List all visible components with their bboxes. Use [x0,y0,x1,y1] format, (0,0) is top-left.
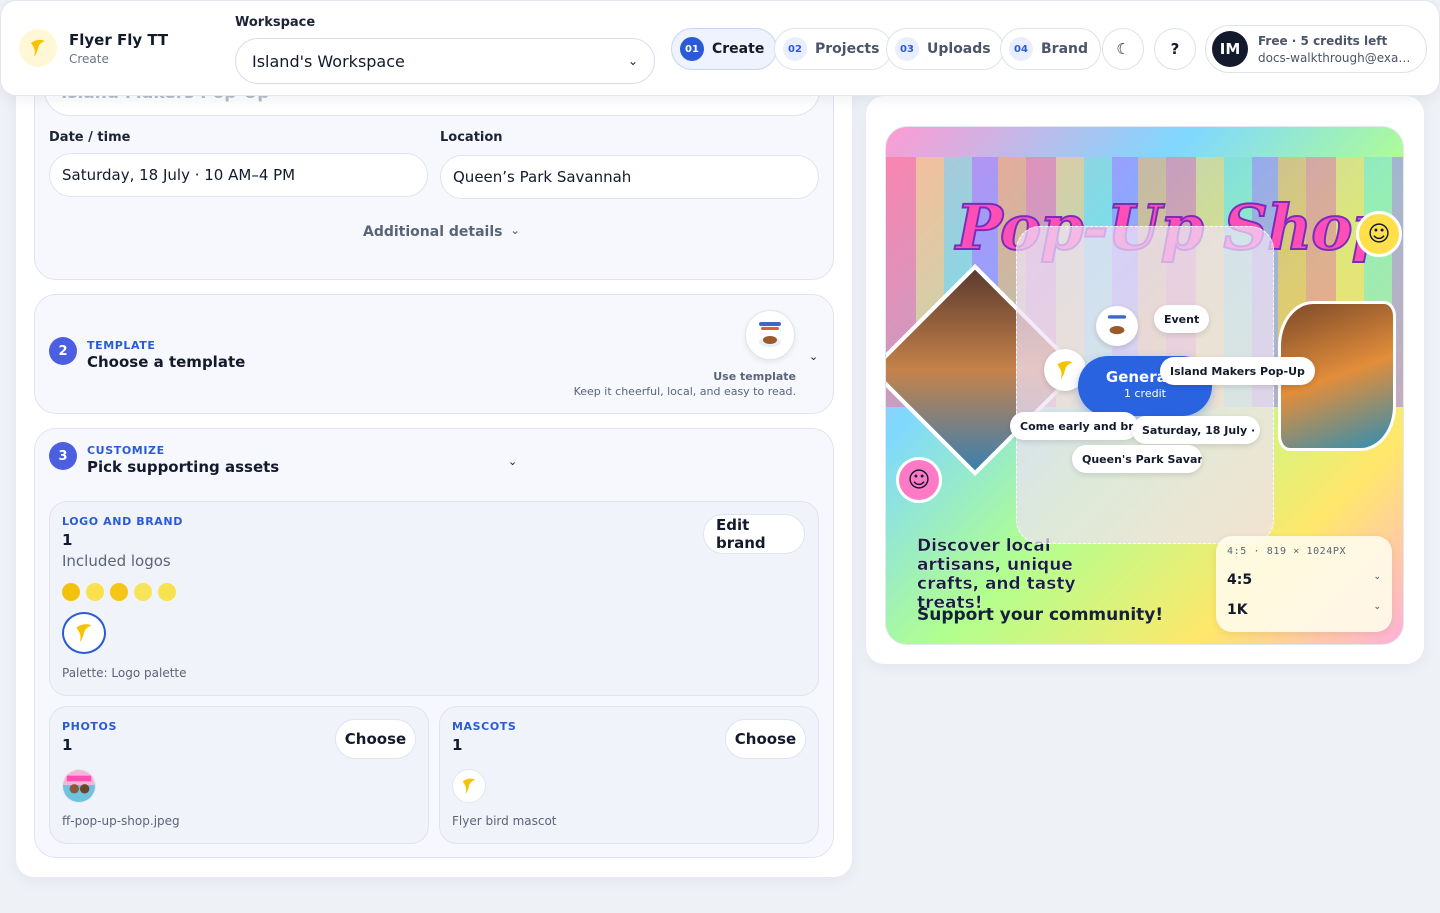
nav-label: Brand [1041,41,1089,57]
app-section: Create [69,51,109,66]
choose-mascots-button[interactable]: Choose [725,719,806,759]
nav-label: Uploads [927,41,991,57]
nav-create[interactable]: 01 Create [671,28,778,70]
app-brand[interactable]: Flyer Fly TT Create [19,29,168,67]
account-email: docs-walkthrough@exam... [1258,50,1416,65]
flyer-bird-logo-icon [76,624,92,643]
photos-count: 1 [62,736,73,754]
template-bubble-icon[interactable] [1096,306,1138,346]
flyer-bird-mascot-icon [462,778,476,795]
flyer-tagline: Discover local artisans, unique crafts, … [917,536,1076,613]
palette-swatch [158,583,176,601]
nav-number: 03 [895,37,919,61]
photo-filename: ff-pop-up-shop.jpeg [62,814,180,828]
palette-swatch [110,583,128,601]
logo-brand-kicker: LOGO AND BRAND [62,515,183,528]
palette-swatch [134,583,152,601]
nav-brand[interactable]: 04 Brand [1000,28,1102,70]
aspect-ratio-value: 4:5 [1227,572,1253,588]
use-template-label[interactable]: Use template [713,370,796,383]
chevron-down-icon: ⌄ [1373,602,1381,612]
photo-thumb-image [63,770,95,802]
step-number-badge: 3 [49,442,77,470]
customize-title: Pick supporting assets [87,458,280,476]
additional-details-label: Additional details [363,224,503,240]
app-name: Flyer Fly TT [69,30,169,49]
palette-caption: Palette: Logo palette [62,666,187,680]
palette-swatch [62,583,80,601]
template-title: Choose a template [87,353,246,371]
resolution-select[interactable]: 1K ⌄ [1227,602,1381,618]
workspace-select[interactable]: Island's Workspace ⌄ [235,38,655,84]
theme-toggle-icon[interactable]: ☾ [1102,28,1144,70]
plan-status: Free · 5 credits left [1258,33,1388,48]
chip-event[interactable]: Event [1154,305,1210,333]
mascots-count: 1 [452,736,463,754]
workspace-label: Workspace [235,15,316,30]
nav-number: 01 [680,37,704,61]
nav-projects[interactable]: 02 Projects [774,28,893,70]
location-input[interactable]: Queen’s Park Savannah [440,155,819,199]
selected-logo[interactable] [62,612,106,654]
chip-note[interactable]: Come early and bring a [1010,412,1138,440]
chevron-down-icon: ⌄ [510,224,520,237]
generate-cost: 1 credit [1124,387,1166,400]
nav-number: 02 [783,37,807,61]
date-label: Date / time [49,130,131,145]
chevron-down-icon: ⌄ [627,54,638,68]
location-value: Queen’s Park Savannah [453,168,632,186]
resolution-value: 1K [1227,602,1248,618]
mascot-thumbnail[interactable] [452,769,486,803]
mascot-name: Flyer bird mascot [452,814,557,828]
avatar: IM [1212,31,1248,67]
chip-event-name[interactable]: Island Makers Pop-Up [1160,357,1315,385]
template-hint: Keep it cheerful, local, and easy to rea… [573,385,796,398]
step-number-badge: 2 [49,337,77,365]
date-time-value: Saturday, 18 July · 10 AM–4 PM [62,166,296,184]
nav-number: 04 [1009,37,1033,61]
photo-thumbnail[interactable] [62,769,96,803]
size-summary: 4:5 · 819 × 1024PX [1227,546,1347,557]
smiley-icon: ☺ [1356,211,1402,257]
logo-count: 1 [62,531,73,549]
nav-label: Projects [815,41,880,57]
edit-brand-button[interactable]: Edit brand [703,514,805,554]
chevron-down-icon[interactable]: ⌄ [809,350,818,363]
additional-details-toggle[interactable]: Additional details ⌄ [363,224,520,240]
chevron-down-icon[interactable]: ⌄ [508,455,517,468]
aspect-ratio-select[interactable]: 4:5 ⌄ [1227,572,1381,588]
palette-swatch [86,583,104,601]
location-label: Location [440,130,503,145]
workspace-value: Island's Workspace [252,51,405,71]
template-thumbnail[interactable] [745,310,795,360]
flyer-bird-logo-icon [19,29,57,67]
choose-photos-button[interactable]: Choose [335,719,416,759]
nav-label: Create [712,41,765,57]
nav-uploads[interactable]: 03 Uploads [886,28,1004,70]
included-logos-label: Included logos [62,552,171,570]
top-bar: Flyer Fly TT Create Workspace Island's W… [0,0,1440,96]
template-kicker: TEMPLATE [87,339,156,352]
date-time-input[interactable]: Saturday, 18 July · 10 AM–4 PM [49,153,428,197]
photos-kicker: PHOTOS [62,720,117,733]
chevron-down-icon: ⌄ [1373,572,1381,582]
mascots-kicker: MASCOTS [452,720,517,733]
chip-date[interactable]: Saturday, 18 July · 10... [1132,416,1260,444]
flyer-support-line: Support your community! [917,605,1164,625]
smiley-icon: ☺ [896,457,942,503]
customize-kicker: CUSTOMIZE [87,444,165,457]
output-size-panel: 4:5 · 819 × 1024PX 4:5 ⌄ 1K ⌄ [1216,536,1392,632]
chip-location[interactable]: Queen's Park Savannah [1072,445,1202,473]
account-menu[interactable]: IM Free · 5 credits left docs-walkthroug… [1205,25,1427,73]
help-icon[interactable]: ? [1154,28,1196,70]
food-plate-icon [759,322,781,347]
